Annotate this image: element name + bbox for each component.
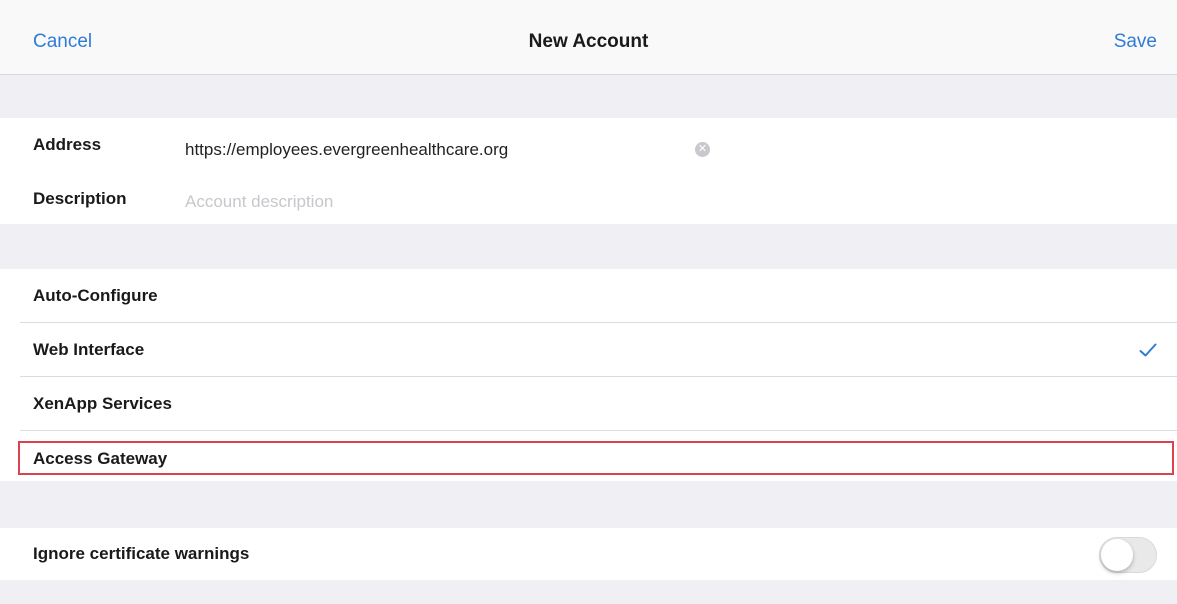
- save-button[interactable]: Save: [1114, 31, 1157, 53]
- checkmark-icon: [1139, 343, 1157, 357]
- description-label: Description: [33, 189, 127, 208]
- option-label: XenApp Services: [33, 394, 172, 413]
- clear-text-icon[interactable]: ✕: [695, 142, 710, 157]
- option-web-interface[interactable]: Web Interface: [0, 323, 1177, 377]
- navigation-bar: Cancel New Account Save: [0, 0, 1177, 75]
- option-auto-configure[interactable]: Auto-Configure: [0, 269, 1177, 323]
- option-label: Web Interface: [33, 340, 145, 359]
- ignore-cert-toggle[interactable]: [1099, 537, 1157, 573]
- address-label: Address: [33, 135, 102, 154]
- address-input[interactable]: https://employees.evergreenhealthcare.or…: [185, 140, 508, 160]
- account-fields-group: Address https://employees.evergreenhealt…: [0, 118, 1177, 224]
- ignore-cert-row: Ignore certificate warnings: [0, 528, 1177, 580]
- toggle-knob: [1101, 539, 1133, 571]
- settings-group: Ignore certificate warnings: [0, 528, 1177, 580]
- option-xenapp-services[interactable]: XenApp Services: [0, 377, 1177, 431]
- account-type-group: Auto-Configure Web Interface XenApp Serv…: [0, 269, 1177, 481]
- option-label: Auto-Configure: [33, 286, 158, 305]
- ignore-cert-label: Ignore certificate warnings: [33, 544, 250, 563]
- option-access-gateway[interactable]: Access Gateway: [0, 431, 1177, 481]
- description-input[interactable]: Account description: [185, 192, 333, 212]
- option-label: Access Gateway: [33, 449, 168, 468]
- description-row[interactable]: Description Account description: [0, 172, 1177, 224]
- page-title: New Account: [528, 31, 649, 52]
- address-row[interactable]: Address https://employees.evergreenhealt…: [0, 118, 1177, 172]
